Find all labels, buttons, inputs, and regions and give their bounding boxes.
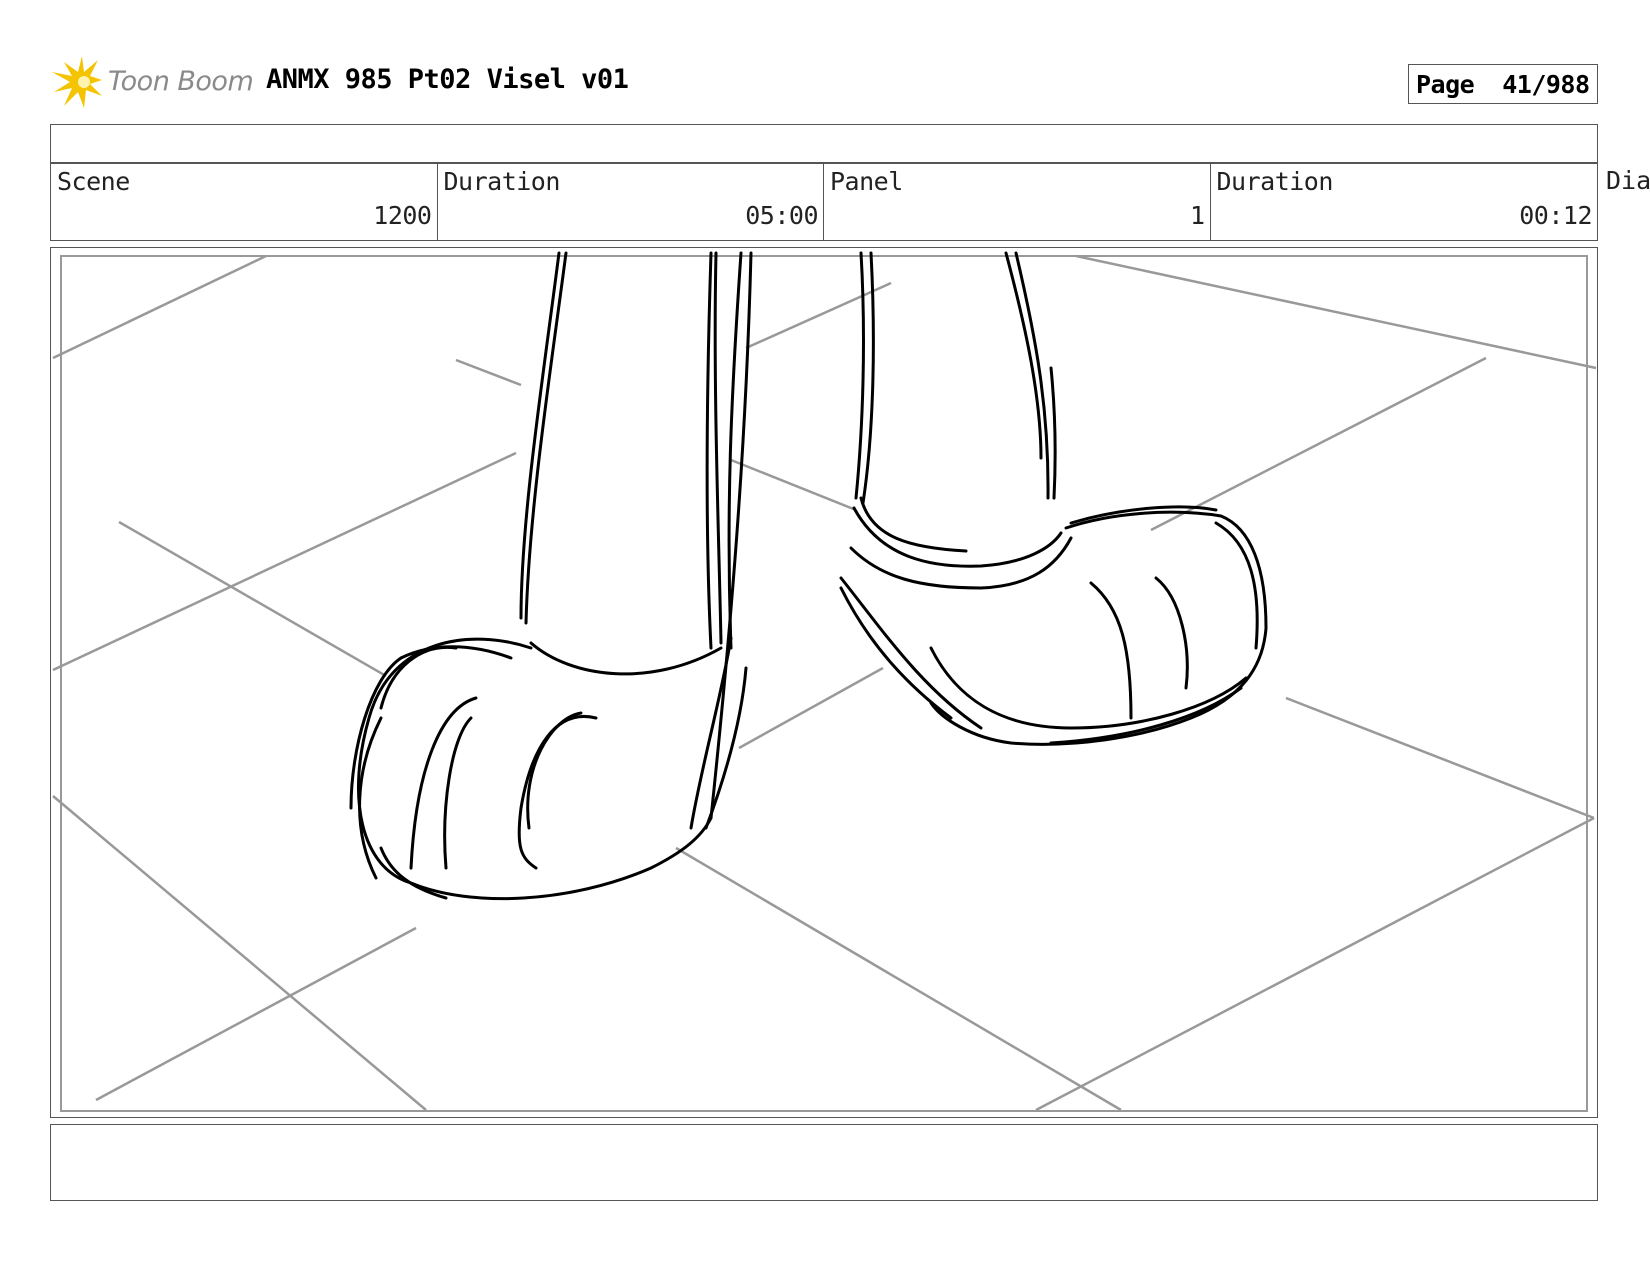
panel-duration-value: 00:12 bbox=[1519, 201, 1592, 230]
safe-area-frame bbox=[60, 255, 1588, 1112]
starburst-icon bbox=[52, 56, 102, 108]
scene-label: Scene bbox=[57, 167, 130, 196]
scene-value: 1200 bbox=[373, 201, 432, 230]
panel-cell: Panel 1 bbox=[824, 163, 1211, 240]
panel-duration-cell: Duration 00:12 bbox=[1211, 163, 1598, 240]
scene-cell: Scene 1200 bbox=[51, 163, 438, 240]
scene-duration-value: 05:00 bbox=[745, 201, 818, 230]
panel-duration-label: Duration bbox=[1216, 167, 1334, 196]
scene-duration-cell: Duration 05:00 bbox=[438, 163, 824, 240]
panel-label: Panel bbox=[830, 167, 903, 196]
notes-box bbox=[50, 1124, 1598, 1201]
header-strip bbox=[50, 124, 1598, 164]
storyboard-panel bbox=[50, 247, 1598, 1118]
panel-sketch bbox=[52, 251, 1597, 1112]
info-row: Scene 1200 Duration 05:00 Panel 1 Durati… bbox=[50, 162, 1598, 241]
page-indicator: Page 41/988 bbox=[1408, 64, 1598, 104]
scene-duration-label: Duration bbox=[443, 167, 561, 196]
document-title: ANMX 985 Pt02 Visel v01 bbox=[266, 64, 629, 95]
dialogue-label: Dia bbox=[1606, 166, 1650, 195]
toon-boom-logo: Toon Boom bbox=[52, 56, 254, 110]
logo-wordmark: Toon Boom bbox=[108, 66, 254, 97]
page-label: Page bbox=[1416, 69, 1475, 99]
feet-sketch bbox=[349, 251, 1268, 901]
panel-value: 1 bbox=[1189, 201, 1205, 230]
page-number: 41/988 bbox=[1502, 69, 1590, 99]
floor-grid bbox=[52, 254, 1597, 1112]
